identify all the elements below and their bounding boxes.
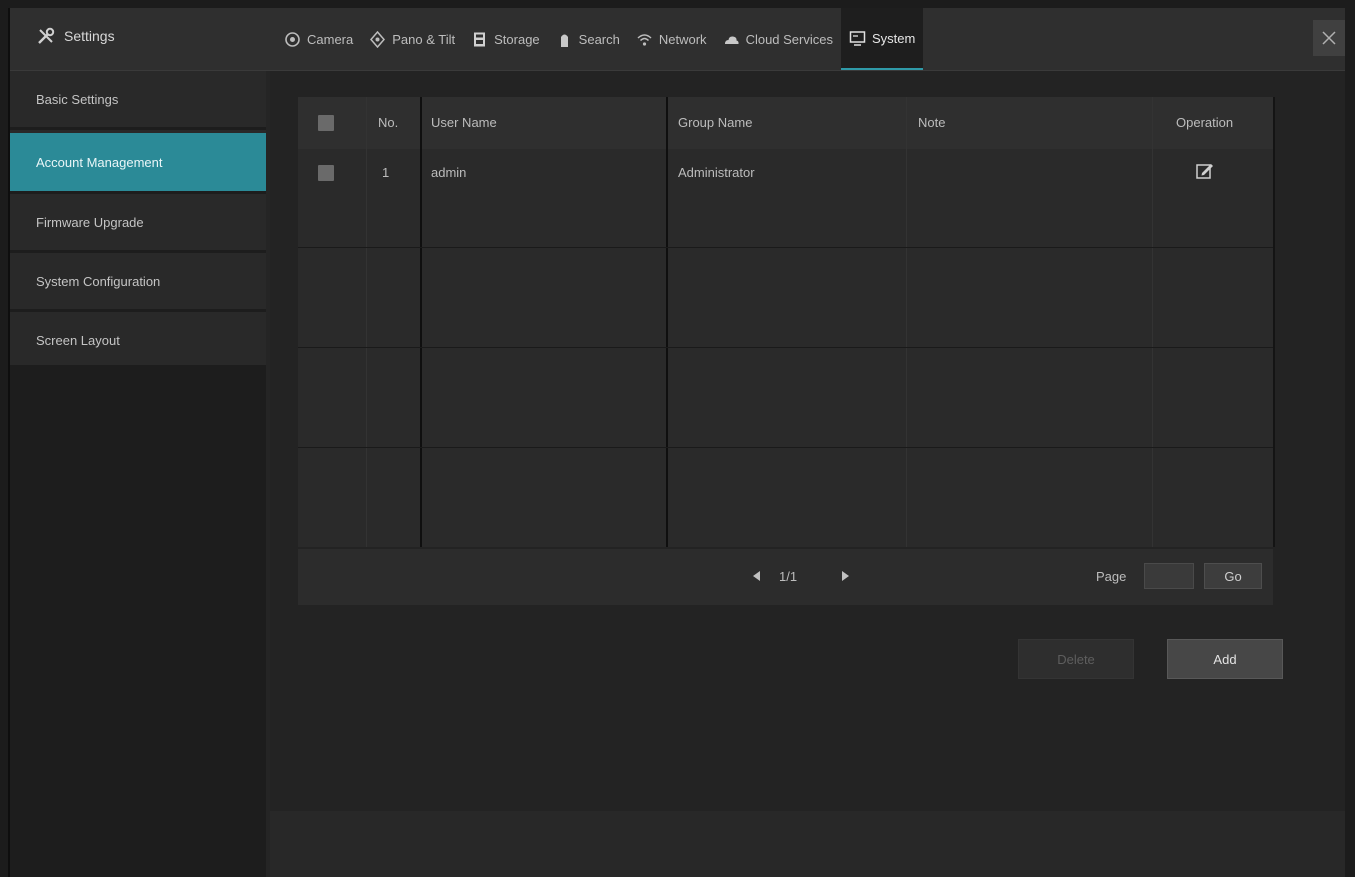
sidebar-item-label: System Configuration: [36, 273, 161, 289]
tab-label: System: [872, 30, 916, 46]
account-table: No. User Name Group Name Note Operation …: [298, 97, 1275, 547]
column-group: Group Name: [678, 115, 753, 130]
sidebar-item-basic-settings[interactable]: Basic Settings: [10, 71, 266, 130]
footer-area: [270, 811, 1345, 877]
prev-page-icon[interactable]: [750, 569, 764, 583]
tab-camera[interactable]: Camera: [276, 8, 361, 70]
delete-button[interactable]: Delete: [1018, 639, 1134, 679]
settings-title: Settings: [64, 28, 115, 44]
account-management-panel: No. User Name Group Name Note Operation …: [270, 71, 1345, 811]
sidebar-item-system-configuration[interactable]: System Configuration: [10, 253, 266, 312]
pagination-bar: 1/1 Page Go: [298, 549, 1273, 605]
tab-cloud-services[interactable]: Cloud Services: [715, 8, 841, 70]
sidebar: Basic Settings Account Management Firmwa…: [10, 71, 266, 877]
row-no: 1: [382, 165, 390, 180]
tab-storage[interactable]: Storage: [463, 8, 548, 70]
sidebar-item-account-management[interactable]: Account Management: [10, 133, 266, 194]
column-operation: Operation: [1176, 115, 1234, 130]
tab-label: Cloud Services: [745, 31, 833, 47]
table-row[interactable]: 1 admin Administrator: [298, 149, 1273, 197]
top-navigation-bar: Settings Camera Pano & Tilt Storage Sear…: [10, 8, 1345, 71]
settings-window: Settings Camera Pano & Tilt Storage Sear…: [8, 8, 1345, 877]
search-icon: [560, 34, 568, 47]
page-number-input[interactable]: [1144, 563, 1194, 589]
sidebar-item-label: Account Management: [36, 154, 163, 170]
cloud-icon: [724, 35, 739, 44]
edit-icon[interactable]: [1195, 161, 1215, 181]
tab-label: Network: [658, 31, 707, 47]
column-no: No.: [378, 115, 399, 130]
ptz-icon: [370, 30, 386, 48]
column-username: User Name: [431, 115, 497, 130]
tab-search[interactable]: Search: [548, 8, 628, 70]
sidebar-item-label: Screen Layout: [36, 332, 120, 348]
next-page-icon[interactable]: [838, 569, 852, 583]
camera-icon: [285, 31, 300, 47]
sidebar-menu: Basic Settings Account Management Firmwa…: [10, 71, 266, 371]
settings-header: Settings: [36, 26, 115, 46]
tab-pan-tilt[interactable]: Pano & Tilt: [361, 8, 463, 70]
sidebar-item-label: Firmware Upgrade: [36, 214, 144, 230]
close-button[interactable]: [1313, 20, 1345, 56]
column-note: Note: [918, 115, 946, 130]
row-divider: [298, 447, 1273, 448]
tab-label: Camera: [307, 31, 354, 47]
go-button[interactable]: Go: [1204, 563, 1262, 589]
page-label: Page: [1096, 569, 1127, 584]
sidebar-item-label: Basic Settings: [36, 91, 119, 107]
sidebar-item-firmware-upgrade[interactable]: Firmware Upgrade: [10, 194, 266, 253]
page-info: 1/1: [779, 569, 798, 584]
tab-network[interactable]: Network: [628, 8, 715, 70]
tab-label: Storage: [494, 31, 540, 47]
tab-system[interactable]: System: [841, 8, 924, 70]
tab-label: Pano & Tilt: [392, 31, 456, 47]
table-header: No. User Name Group Name Note Operation: [298, 97, 1273, 149]
tools-icon: [38, 27, 55, 44]
row-checkbox[interactable]: [318, 165, 334, 181]
close-icon: [1322, 31, 1336, 45]
row-divider: [298, 247, 1273, 248]
system-icon: [849, 30, 866, 46]
tab-label: Search: [578, 31, 620, 47]
row-username: admin: [431, 165, 467, 180]
main-tabs: Camera Pano & Tilt Storage Search Networ…: [276, 8, 924, 70]
row-group: Administrator: [678, 165, 755, 180]
add-button[interactable]: Add: [1167, 639, 1283, 679]
row-divider: [298, 347, 1273, 348]
select-all-checkbox[interactable]: [318, 115, 334, 131]
storage-icon: [474, 32, 486, 46]
network-icon: [637, 33, 652, 46]
sidebar-item-screen-layout[interactable]: Screen Layout: [10, 312, 266, 371]
